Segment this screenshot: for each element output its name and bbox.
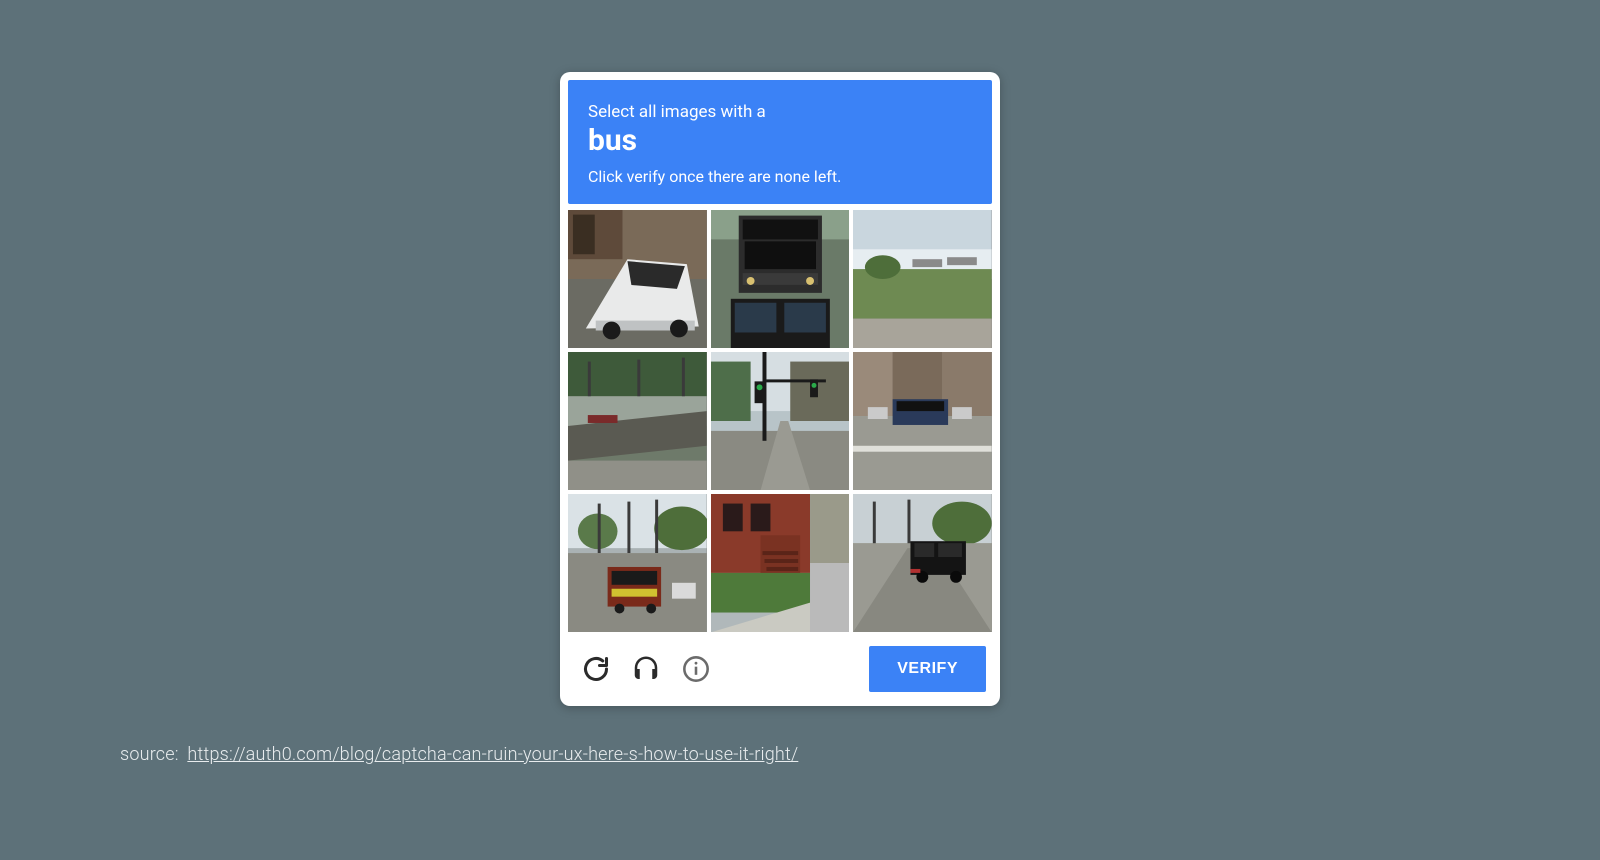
footer-icons	[574, 653, 712, 685]
captcha-tile[interactable]	[568, 352, 707, 490]
source-citation: source: https://auth0.com/blog/captcha-c…	[120, 744, 798, 765]
instruction-line1: Select all images with a	[588, 102, 972, 122]
captcha-header: Select all images with a bus Click verif…	[568, 80, 992, 204]
captcha-tile[interactable]	[853, 494, 992, 632]
headphones-icon[interactable]	[630, 653, 662, 685]
captcha-tile[interactable]	[853, 210, 992, 348]
source-url[interactable]: https://auth0.com/blog/captcha-can-ruin-…	[187, 744, 798, 765]
info-icon[interactable]	[680, 653, 712, 685]
captcha-target-word: bus	[588, 124, 972, 159]
captcha-tile[interactable]	[711, 352, 850, 490]
captcha-footer: VERIFY	[568, 632, 992, 698]
captcha-tile[interactable]	[568, 210, 707, 348]
captcha-tile[interactable]	[568, 494, 707, 632]
captcha-tile[interactable]	[711, 210, 850, 348]
verify-button[interactable]: VERIFY	[869, 646, 986, 692]
captcha-tile[interactable]	[711, 494, 850, 632]
instruction-line2: Click verify once there are none left.	[588, 167, 972, 186]
captcha-tile[interactable]	[853, 352, 992, 490]
captcha-grid	[568, 210, 992, 632]
captcha-card: Select all images with a bus Click verif…	[560, 72, 1000, 706]
source-label: source:	[120, 744, 179, 765]
reload-icon[interactable]	[580, 653, 612, 685]
